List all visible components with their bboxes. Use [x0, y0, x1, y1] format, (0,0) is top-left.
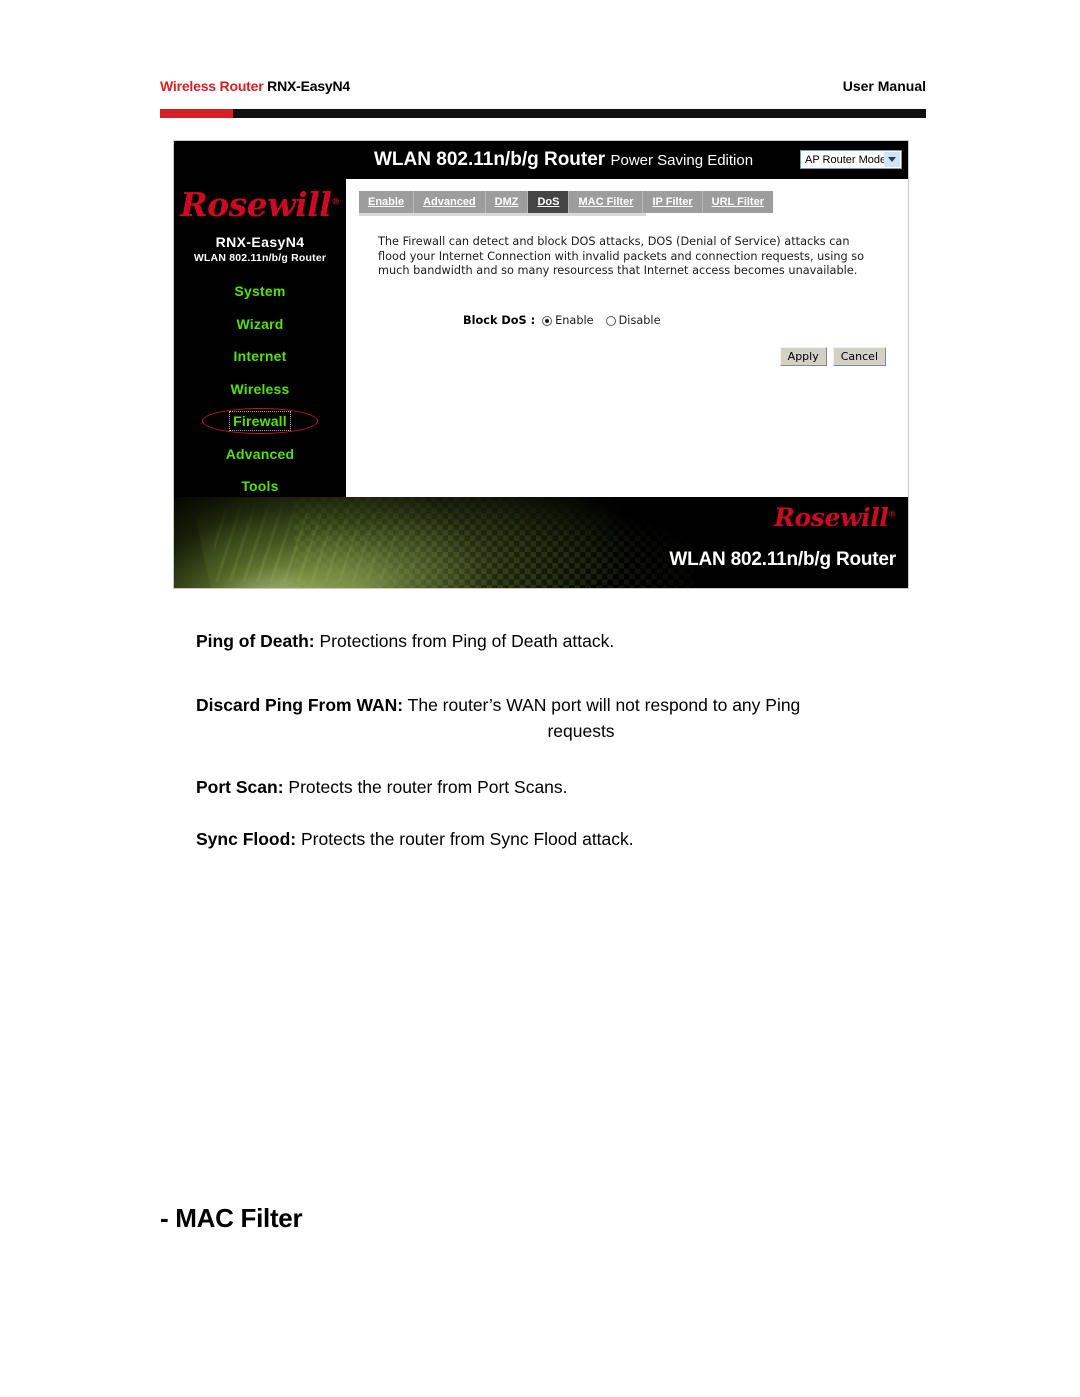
- apply-button[interactable]: Apply: [779, 347, 827, 366]
- registered-mark-icon: ®: [331, 197, 340, 207]
- header-divider-accent: [160, 109, 233, 118]
- sidebar-item-firewall[interactable]: Firewall: [174, 405, 346, 438]
- block-dos-radio-group: Enable Disable: [542, 314, 672, 327]
- footer-product-title: WLAN 802.11n/b/g Router: [669, 549, 896, 570]
- rosewill-logo: Rosewill®: [180, 185, 340, 224]
- mode-select[interactable]: AP Router Mode: [800, 150, 902, 169]
- chevron-down-icon[interactable]: [884, 152, 900, 167]
- router-topbar: WLAN 802.11n/b/g Router Power Saving Edi…: [174, 141, 908, 179]
- footer-streak-texture: [214, 502, 464, 582]
- radio-enable-label: Enable: [555, 314, 594, 327]
- firewall-tabbar: Enable Advanced DMZ DoS MAC Filter IP Fi…: [359, 191, 773, 213]
- page-header: Wireless Router RNX-EasyN4 User Manual: [160, 78, 926, 102]
- sidebar-item-internet[interactable]: Internet: [174, 340, 346, 373]
- tab-advanced[interactable]: Advanced: [414, 191, 486, 213]
- footer-rosewill-logo: Rosewill®: [774, 503, 896, 532]
- router-title-bold: WLAN 802.11n/b/g Router: [374, 149, 606, 170]
- tab-ip-filter[interactable]: IP Filter: [643, 191, 703, 213]
- router-title: WLAN 802.11n/b/g Router Power Saving Edi…: [374, 149, 753, 171]
- term-sync-flood: Sync Flood:: [196, 829, 297, 849]
- block-dos-row: Block DoS : Enable Disable: [463, 314, 673, 327]
- paragraph-port-scan: Port Scan: Protects the router from Port…: [196, 774, 896, 800]
- dos-description: The Firewall can detect and block DOS at…: [378, 235, 865, 277]
- router-sidebar: Rosewill® RNX-EasyN4 WLAN 802.11n/b/g Ro…: [174, 179, 346, 497]
- text-discard-ping-second-line: requests: [547, 721, 615, 741]
- form-buttons: Apply Cancel: [779, 347, 886, 366]
- paragraph-sync-flood: Sync Flood: Protects the router from Syn…: [196, 826, 896, 852]
- tabbar-shadow: [359, 213, 646, 216]
- router-ui-screenshot: WLAN 802.11n/b/g Router Power Saving Edi…: [173, 140, 909, 589]
- sidebar-item-wireless[interactable]: Wireless: [174, 373, 346, 406]
- sidebar-item-advanced[interactable]: Advanced: [174, 438, 346, 471]
- cancel-button[interactable]: Cancel: [832, 347, 886, 366]
- header-doc-type: User Manual: [842, 78, 926, 94]
- term-ping-of-death: Ping of Death:: [196, 631, 315, 651]
- block-dos-label: Block DoS :: [463, 314, 536, 327]
- sidebar-item-system[interactable]: System: [174, 275, 346, 308]
- text-discard-ping-from-wan: The router’s WAN port will not respond t…: [403, 695, 801, 715]
- body-text: Ping of Death: Protections from Ping of …: [196, 628, 896, 880]
- tab-mac-filter[interactable]: MAC Filter: [569, 191, 644, 213]
- router-title-light: Power Saving Edition: [610, 152, 754, 169]
- header-divider: [160, 109, 926, 118]
- paragraph-discard-ping-from-wan: Discard Ping From WAN: The router’s WAN …: [196, 692, 896, 744]
- sidebar-menu: System Wizard Internet Wireless Firewall…: [174, 275, 346, 503]
- radio-enable[interactable]: Enable: [542, 314, 594, 327]
- tab-url-filter[interactable]: URL Filter: [703, 191, 773, 213]
- radio-disable-indicator[interactable]: [605, 315, 616, 326]
- tab-enable[interactable]: Enable: [359, 191, 415, 213]
- paragraph-ping-of-death: Ping of Death: Protections from Ping of …: [196, 628, 896, 654]
- router-footer-banner: Rosewill® WLAN 802.11n/b/g Router: [174, 497, 908, 588]
- text-ping-of-death: Protections from Ping of Death attack.: [314, 631, 615, 651]
- radio-enable-indicator[interactable]: [542, 315, 553, 326]
- header-model: RNX-EasyN4: [267, 78, 350, 94]
- mode-select-value: AP Router Mode: [805, 153, 887, 166]
- sidebar-subtitle: WLAN 802.11n/b/g Router: [193, 252, 327, 264]
- term-discard-ping-from-wan: Discard Ping From WAN:: [196, 695, 404, 715]
- radio-disable-label: Disable: [618, 314, 661, 327]
- header-brand: Wireless Router: [160, 78, 264, 94]
- sidebar-model: RNX-EasyN4: [215, 234, 305, 250]
- section-heading-mac-filter: - MAC Filter: [160, 1203, 303, 1233]
- radio-disable[interactable]: Disable: [605, 314, 661, 327]
- tab-dmz[interactable]: DMZ: [486, 191, 529, 213]
- tab-dos[interactable]: DoS: [528, 191, 570, 213]
- router-content-pane: Enable Advanced DMZ DoS MAC Filter IP Fi…: [346, 179, 908, 497]
- text-port-scan: Protects the router from Port Scans.: [283, 777, 568, 797]
- footer-registered-mark-icon: ®: [888, 508, 896, 519]
- text-sync-flood: Protects the router from Sync Flood atta…: [296, 829, 634, 849]
- sidebar-item-wizard[interactable]: Wizard: [174, 308, 346, 341]
- header-title: Wireless Router RNX-EasyN4: [160, 78, 350, 94]
- term-port-scan: Port Scan:: [196, 777, 284, 797]
